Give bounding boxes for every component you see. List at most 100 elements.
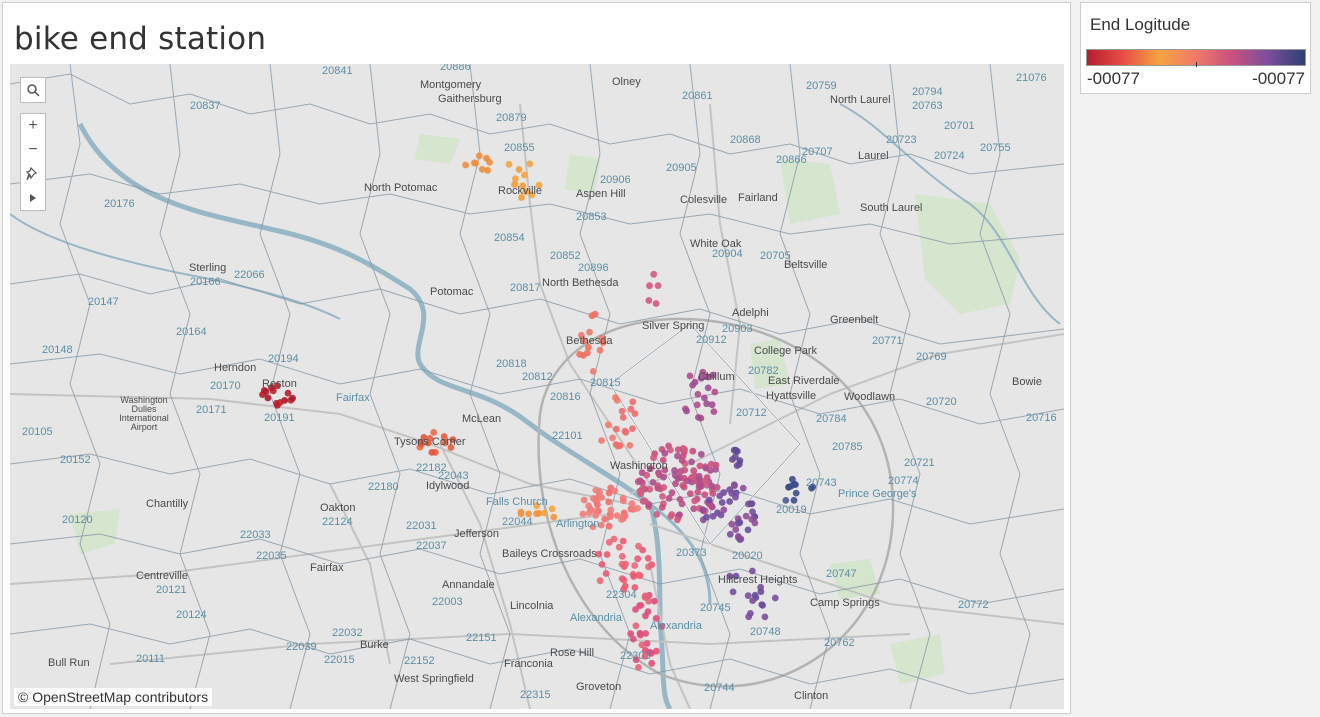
station-point[interactable]	[726, 498, 733, 505]
station-point[interactable]	[660, 473, 667, 481]
station-point[interactable]	[691, 497, 698, 505]
station-point[interactable]	[749, 508, 756, 516]
station-point[interactable]	[739, 484, 747, 492]
station-point[interactable]	[607, 506, 615, 514]
station-point[interactable]	[659, 493, 666, 500]
station-point[interactable]	[696, 462, 704, 470]
station-point[interactable]	[643, 640, 651, 647]
station-point[interactable]	[521, 171, 528, 179]
station-point[interactable]	[697, 482, 705, 490]
station-point[interactable]	[680, 474, 688, 482]
station-point[interactable]	[603, 551, 611, 558]
station-point[interactable]	[680, 483, 688, 491]
station-point[interactable]	[732, 493, 739, 501]
station-point[interactable]	[605, 421, 612, 429]
station-point[interactable]	[689, 381, 696, 389]
station-point[interactable]	[759, 602, 766, 609]
station-point[interactable]	[732, 446, 740, 454]
station-point[interactable]	[284, 389, 292, 397]
station-point[interactable]	[658, 504, 666, 511]
station-point[interactable]	[703, 400, 711, 408]
station-point[interactable]	[615, 543, 623, 551]
station-point[interactable]	[761, 613, 769, 621]
station-point[interactable]	[668, 511, 676, 518]
station-point[interactable]	[587, 505, 594, 513]
station-point[interactable]	[635, 542, 642, 550]
station-point[interactable]	[639, 497, 647, 505]
station-point[interactable]	[718, 499, 726, 506]
map-attribution[interactable]: © OpenStreetMap contributors	[14, 688, 213, 706]
station-point[interactable]	[689, 473, 696, 481]
station-point[interactable]	[483, 154, 490, 162]
station-point[interactable]	[717, 511, 725, 519]
station-point[interactable]	[654, 282, 662, 289]
station-point[interactable]	[726, 530, 734, 538]
station-point[interactable]	[652, 300, 660, 307]
station-point[interactable]	[535, 509, 543, 517]
expand-toolbar-button[interactable]	[21, 186, 45, 210]
station-point[interactable]	[606, 513, 614, 521]
station-point[interactable]	[674, 475, 682, 482]
station-point[interactable]	[705, 496, 713, 504]
station-point[interactable]	[709, 490, 717, 497]
station-point[interactable]	[642, 612, 649, 620]
station-point[interactable]	[605, 498, 613, 506]
station-point[interactable]	[694, 488, 702, 496]
station-point[interactable]	[611, 487, 619, 495]
search-icon[interactable]	[21, 78, 45, 102]
station-point[interactable]	[683, 407, 690, 415]
station-point[interactable]	[735, 533, 742, 540]
station-point[interactable]	[631, 562, 639, 569]
station-point[interactable]	[618, 575, 626, 583]
station-point[interactable]	[729, 456, 736, 463]
station-point[interactable]	[484, 166, 491, 174]
station-point[interactable]	[707, 460, 715, 468]
station-point[interactable]	[471, 159, 478, 167]
station-point[interactable]	[708, 482, 716, 490]
station-point[interactable]	[653, 511, 661, 518]
station-point[interactable]	[619, 414, 627, 421]
station-point[interactable]	[716, 492, 724, 500]
station-point[interactable]	[632, 606, 639, 613]
station-point[interactable]	[704, 384, 712, 392]
station-point[interactable]	[701, 477, 709, 485]
station-point[interactable]	[709, 512, 717, 520]
station-point[interactable]	[588, 312, 596, 320]
station-point[interactable]	[628, 500, 636, 507]
station-point[interactable]	[430, 429, 438, 436]
station-point[interactable]	[631, 410, 639, 417]
zoom-in-button[interactable]: +	[21, 114, 45, 138]
station-point[interactable]	[634, 478, 642, 486]
station-point[interactable]	[792, 489, 800, 497]
station-point[interactable]	[699, 506, 707, 514]
station-point[interactable]	[694, 390, 702, 398]
station-point[interactable]	[609, 434, 616, 442]
station-point[interactable]	[661, 449, 669, 457]
station-point[interactable]	[598, 561, 606, 568]
station-point[interactable]	[619, 537, 627, 545]
station-point[interactable]	[548, 505, 556, 513]
station-point[interactable]	[636, 572, 643, 579]
station-point[interactable]	[703, 513, 710, 521]
station-point[interactable]	[689, 447, 697, 455]
station-point[interactable]	[644, 554, 652, 562]
station-point[interactable]	[701, 394, 708, 402]
station-point[interactable]	[605, 522, 613, 530]
station-point[interactable]	[526, 160, 534, 168]
station-point[interactable]	[749, 597, 757, 604]
station-point[interactable]	[645, 297, 653, 304]
station-point[interactable]	[584, 349, 591, 357]
station-point[interactable]	[676, 496, 684, 503]
station-point[interactable]	[790, 496, 798, 504]
station-point[interactable]	[462, 161, 469, 169]
station-point[interactable]	[787, 482, 795, 490]
station-point[interactable]	[710, 408, 718, 415]
station-point[interactable]	[734, 520, 742, 527]
station-point[interactable]	[695, 414, 702, 421]
station-point[interactable]	[629, 425, 636, 432]
zoom-out-button[interactable]: −	[21, 138, 45, 162]
station-point[interactable]	[475, 152, 483, 160]
station-point[interactable]	[650, 270, 658, 278]
station-point[interactable]	[747, 610, 754, 617]
station-point[interactable]	[693, 401, 701, 409]
